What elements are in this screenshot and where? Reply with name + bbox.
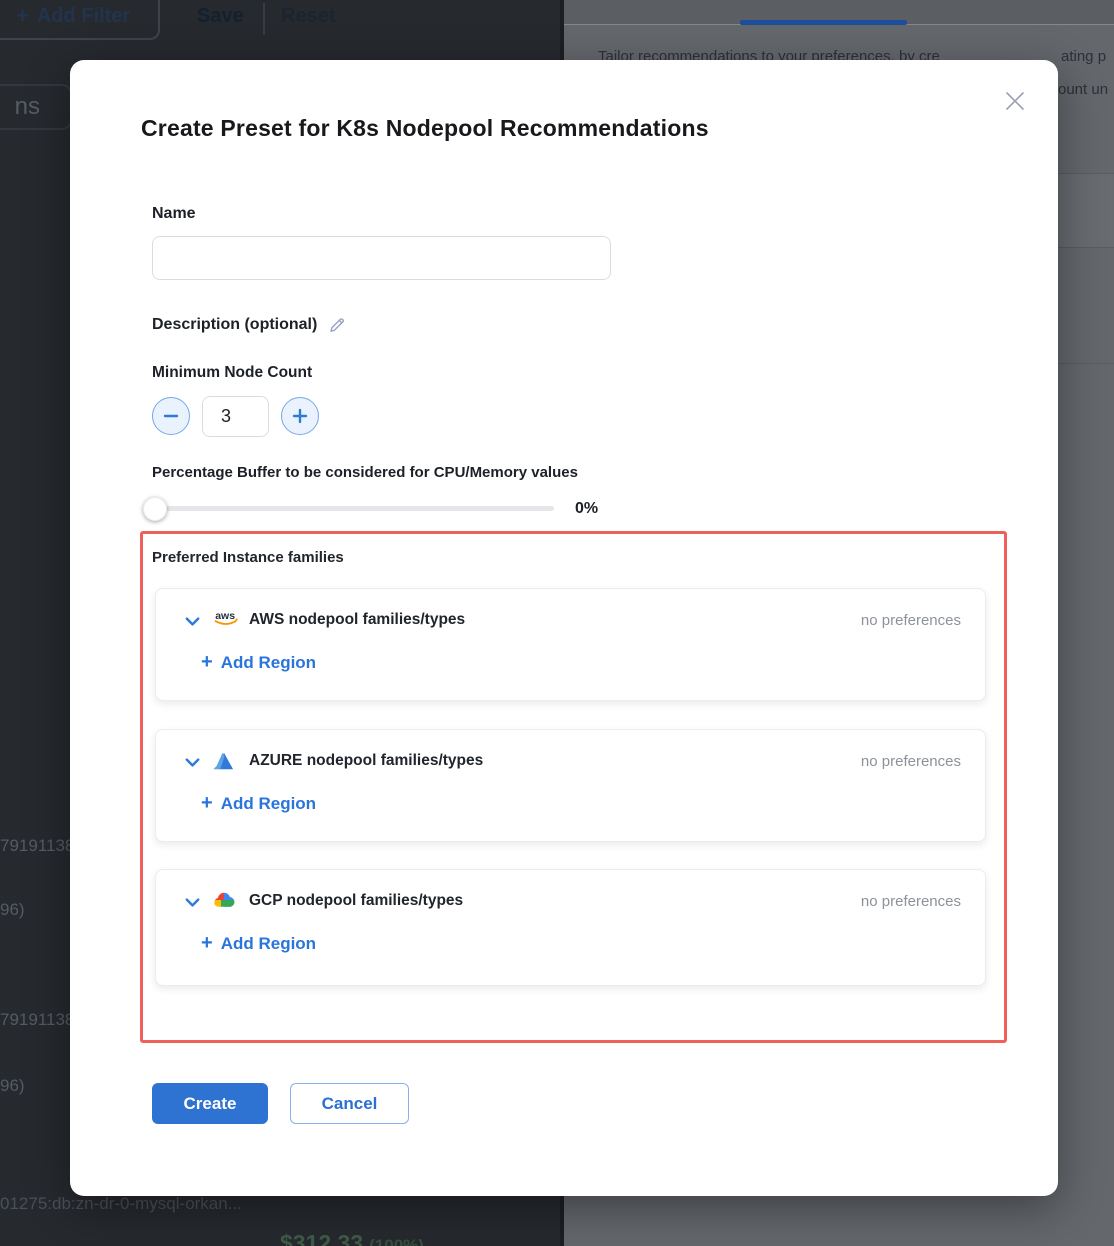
add-region-button[interactable]: + Add Region — [201, 792, 316, 815]
buffer-slider-track[interactable] — [152, 506, 554, 511]
right-panel-text-fragment: ount un — [1058, 81, 1108, 98]
buffer-value: 0% — [575, 500, 598, 518]
name-label: Name — [152, 205, 196, 223]
buffer-label: Percentage Buffer to be considered for C… — [152, 464, 578, 481]
provider-row: AZURE nodepool families/types no prefere… — [156, 750, 985, 776]
add-filter-button[interactable]: + Add Filter — [0, 0, 160, 40]
reset-button[interactable]: Reset — [281, 5, 335, 28]
save-button[interactable]: Save — [197, 5, 244, 28]
provider-label: GCP nodepool families/types — [249, 892, 463, 910]
aws-logo-icon: aws — [212, 609, 240, 633]
decrement-button[interactable] — [152, 397, 190, 435]
background-cost-fragment: $312.33 (100%) — [280, 1230, 424, 1246]
right-panel-intro-text-fragment: ating p — [1061, 48, 1106, 65]
background-tab-fragment[interactable]: ns — [0, 84, 72, 130]
cancel-button[interactable]: Cancel — [290, 1083, 409, 1124]
add-region-label: Add Region — [221, 653, 316, 673]
add-filter-label: Add Filter — [37, 5, 130, 28]
background-resource-id-fragment: 01275:db:zn-dr-0-mysql-orkan... — [0, 1194, 242, 1214]
create-button[interactable]: Create — [152, 1083, 268, 1124]
description-label: Description (optional) — [152, 315, 347, 335]
screen: + Add Filter Save Reset ns 79191138 96) … — [0, 0, 1114, 1246]
background-text-fragment: 96) — [0, 900, 25, 920]
svg-text:aws: aws — [215, 610, 235, 622]
provider-label: AZURE nodepool families/types — [249, 752, 483, 770]
description-label-text: Description (optional) — [152, 316, 317, 334]
add-region-button[interactable]: + Add Region — [201, 932, 316, 955]
provider-status: no preferences — [861, 612, 961, 629]
plus-icon: + — [201, 932, 213, 955]
cost-percent: (100%) — [369, 1236, 424, 1246]
node-count-input[interactable] — [202, 396, 269, 437]
create-preset-modal: Create Preset for K8s Nodepool Recommend… — [70, 60, 1058, 1196]
add-region-label: Add Region — [221, 794, 316, 814]
tab-fragment-label: ns — [15, 93, 40, 121]
provider-status: no preferences — [861, 893, 961, 910]
name-input[interactable] — [152, 236, 611, 280]
provider-card-aws: aws AWS nodepool families/types no prefe… — [155, 588, 986, 701]
plus-icon: + — [201, 651, 213, 674]
preferred-families-label: Preferred Instance families — [152, 549, 344, 566]
min-node-count-label: Minimum Node Count — [152, 364, 312, 382]
provider-label: AWS nodepool families/types — [249, 611, 465, 629]
cost-amount: $312.33 — [280, 1230, 363, 1246]
plus-icon: + — [201, 792, 213, 815]
add-region-label: Add Region — [221, 934, 316, 954]
increment-button[interactable] — [281, 397, 319, 435]
provider-card-gcp: GCP nodepool families/types no preferenc… — [155, 869, 986, 986]
background-text-fragment: 79191138 — [0, 1010, 74, 1030]
chevron-down-icon[interactable] — [183, 893, 202, 912]
provider-card-azure: AZURE nodepool families/types no prefere… — [155, 729, 986, 842]
toolbar-divider — [263, 3, 265, 35]
gcp-logo-icon — [212, 890, 240, 914]
plus-icon: + — [16, 3, 29, 29]
chevron-down-icon[interactable] — [183, 753, 202, 772]
provider-status: no preferences — [861, 753, 961, 770]
close-icon[interactable] — [1002, 88, 1028, 114]
provider-row: aws AWS nodepool families/types no prefe… — [156, 609, 985, 635]
buffer-slider-thumb[interactable] — [143, 497, 167, 521]
add-region-button[interactable]: + Add Region — [201, 651, 316, 674]
background-text-fragment: 79191138 — [0, 836, 74, 856]
active-tab-underline — [740, 20, 907, 25]
azure-logo-icon — [212, 750, 240, 774]
provider-row: GCP nodepool families/types no preferenc… — [156, 890, 985, 916]
chevron-down-icon[interactable] — [183, 612, 202, 631]
modal-title: Create Preset for K8s Nodepool Recommend… — [141, 115, 709, 142]
background-text-fragment: 96) — [0, 1076, 25, 1096]
edit-pencil-icon[interactable] — [327, 315, 347, 335]
